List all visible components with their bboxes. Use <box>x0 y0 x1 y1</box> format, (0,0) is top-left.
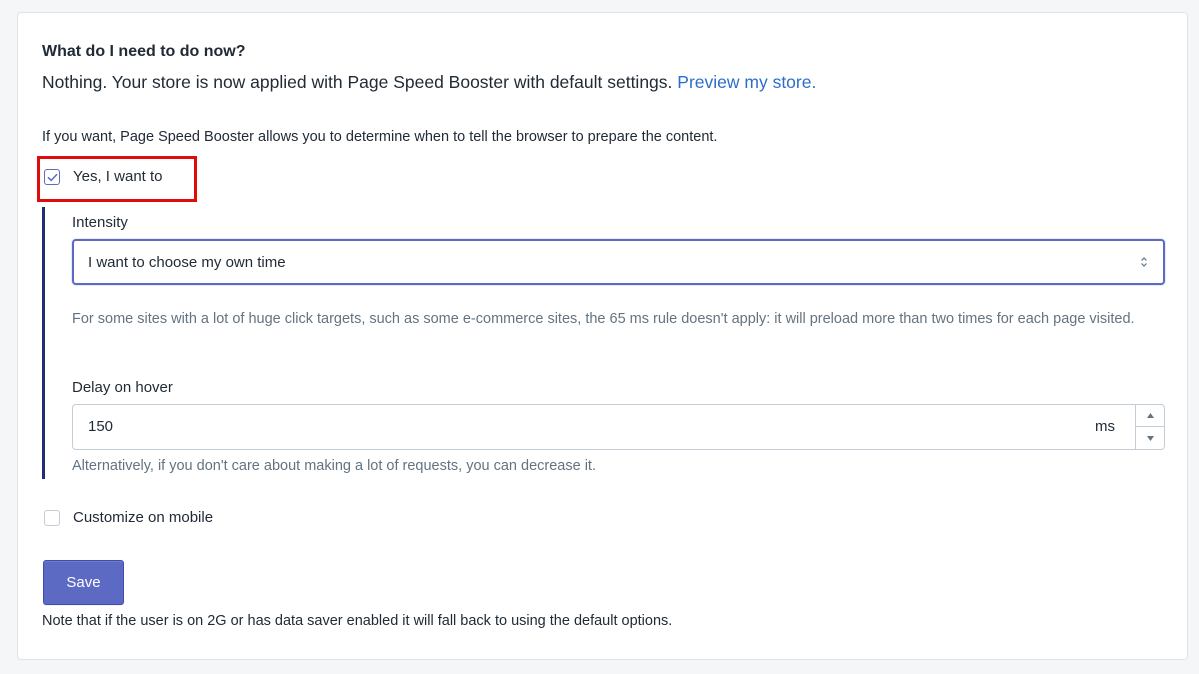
answer-text: Nothing. Your store is now applied with … <box>42 72 673 92</box>
stepper-down-button[interactable] <box>1136 427 1164 449</box>
section-answer: Nothing. Your store is now applied with … <box>42 72 816 93</box>
delay-help-text: Alternatively, if you don't care about m… <box>72 458 596 474</box>
chevron-up-icon <box>1146 413 1154 418</box>
customize-mobile-label[interactable]: Customize on mobile <box>73 509 213 526</box>
opt-in-label[interactable]: Yes, I want to <box>73 168 163 185</box>
fallback-note: Note that if the user is on 2G or has da… <box>42 613 673 629</box>
chevron-down-icon <box>1146 435 1154 441</box>
delay-stepper <box>1135 405 1164 449</box>
save-button[interactable]: Save <box>43 560 124 605</box>
intensity-help-text: For some sites with a lot of huge click … <box>72 311 1135 327</box>
intensity-selected-value: I want to choose my own time <box>88 254 286 271</box>
check-icon <box>47 173 57 181</box>
nested-options-bar <box>42 207 45 479</box>
intro-text: If you want, Page Speed Booster allows y… <box>42 129 718 145</box>
delay-value: 150 <box>88 418 114 435</box>
select-arrows-icon <box>1141 257 1147 267</box>
customize-mobile-checkbox[interactable] <box>44 510 60 526</box>
intensity-label: Intensity <box>72 214 128 231</box>
stepper-up-button[interactable] <box>1136 405 1164 427</box>
delay-label: Delay on hover <box>72 379 173 396</box>
delay-input[interactable]: 150 ms <box>72 404 1165 450</box>
delay-suffix: ms <box>1095 418 1115 435</box>
section-title: What do I need to do now? <box>42 43 246 60</box>
settings-card: What do I need to do now? Nothing. Your … <box>17 12 1188 660</box>
preview-store-link[interactable]: Preview my store. <box>677 72 816 92</box>
opt-in-checkbox[interactable] <box>44 169 60 185</box>
intensity-select[interactable]: I want to choose my own time <box>72 239 1165 285</box>
